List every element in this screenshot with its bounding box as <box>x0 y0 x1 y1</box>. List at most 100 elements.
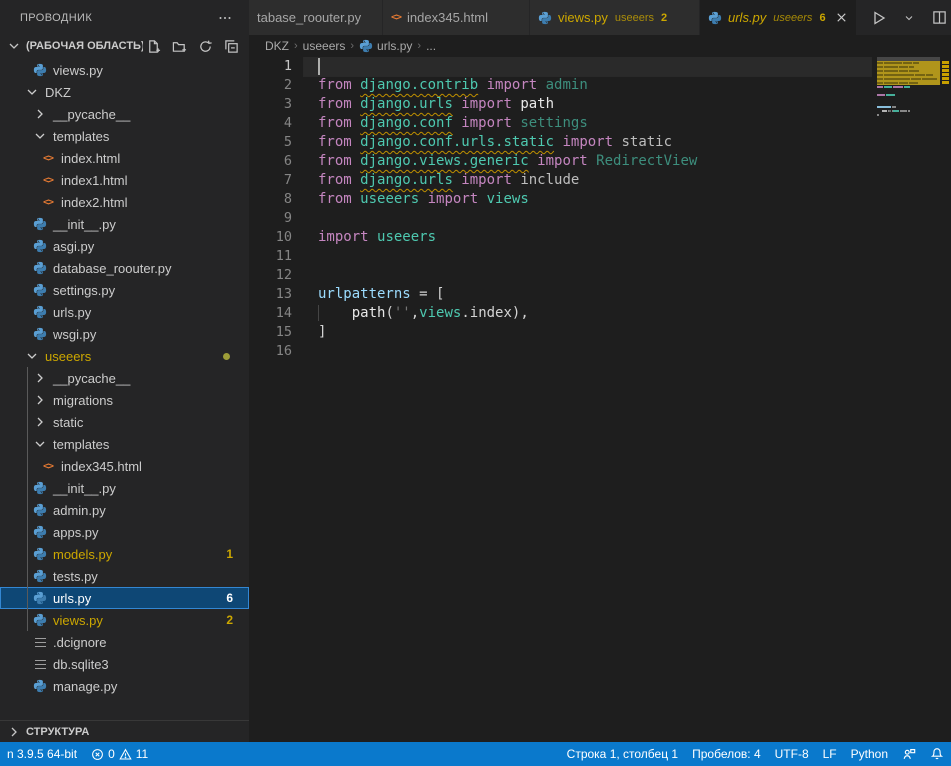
tree-item-db-sqlite3[interactable]: db.sqlite3 <box>0 653 249 675</box>
line-number: 11 <box>249 247 292 266</box>
tab-tabase-roouter-py[interactable]: tabase_roouter.py <box>249 0 383 35</box>
tree-item-tests-py[interactable]: tests.py <box>0 565 249 587</box>
tree-item-templates[interactable]: templates <box>0 433 249 455</box>
tree-item-wsgi-py[interactable]: wsgi.py <box>0 323 249 345</box>
breadcrumb-item-urls-py[interactable]: urls.py <box>359 39 412 53</box>
tree-item-migrations[interactable]: migrations <box>0 389 249 411</box>
split-editor-button-icon[interactable] <box>929 8 949 28</box>
feedback-icon <box>902 747 916 761</box>
code-line-12[interactable]: 12 <box>249 266 871 285</box>
close-icon[interactable] <box>834 10 849 25</box>
tree-item-settings-py[interactable]: settings.py <box>0 279 249 301</box>
outline-section-header[interactable]: СТРУКТУРА <box>0 720 249 742</box>
tab-label: index345.html <box>407 10 488 25</box>
breadcrumb-item-dkz[interactable]: DKZ <box>265 39 289 53</box>
tree-item-views-py[interactable]: views.py2 <box>0 609 249 631</box>
minimap-token <box>915 74 925 76</box>
tree-item-models-py[interactable]: models.py1 <box>0 543 249 565</box>
status-encoding[interactable]: UTF-8 <box>768 742 816 766</box>
line-content <box>304 266 871 285</box>
python-icon <box>32 678 48 694</box>
line-number: 16 <box>249 342 292 361</box>
python-icon <box>32 546 48 562</box>
tree-item-index345-html[interactable]: <>index345.html <box>0 455 249 477</box>
status-eol[interactable]: LF <box>816 742 844 766</box>
tree-item-dkz[interactable]: DKZ <box>0 81 249 103</box>
editor-area: tabase_roouter.py <> index345.html views.py… <box>249 0 951 742</box>
code-line-8[interactable]: 8from useeers import views <box>249 190 871 209</box>
minimap-token <box>909 82 917 84</box>
status-feedback[interactable] <box>895 742 923 766</box>
code-line-2[interactable]: 2from django.contrib import admin <box>249 76 871 95</box>
minimap-token <box>884 78 910 80</box>
breadcrumb-item-useeers[interactable]: useeers <box>303 39 346 53</box>
breadcrumb-item--[interactable]: ... <box>426 39 436 53</box>
breadcrumb-label: DKZ <box>265 39 289 53</box>
tree-item--pycache-[interactable]: __pycache__ <box>0 103 249 125</box>
run-button-icon[interactable] <box>869 8 889 28</box>
code-line-3[interactable]: 3from django.urls import path <box>249 95 871 114</box>
status-language-mode[interactable]: Python <box>844 742 895 766</box>
minimap-token <box>882 110 886 112</box>
tree-item--init-py[interactable]: __init__.py <box>0 213 249 235</box>
tab-urls-py[interactable]: urls.pyuseeers6 <box>700 0 857 35</box>
minimap-token <box>884 66 898 68</box>
status-cursor-position[interactable]: Строка 1, столбец 1 <box>560 742 685 766</box>
tree-item-manage-py[interactable]: manage.py <box>0 675 249 697</box>
code-line-16[interactable]: 16 <box>249 342 871 361</box>
html-icon: <> <box>40 150 56 166</box>
tree-item-asgi-py[interactable]: asgi.py <box>0 235 249 257</box>
tree-item-database-roouter-py[interactable]: database_roouter.py <box>0 257 249 279</box>
refresh-icon[interactable] <box>195 36 215 56</box>
line-content <box>304 342 871 361</box>
code-line-15[interactable]: 15] <box>249 323 871 342</box>
tree-item-label: index.html <box>61 151 120 166</box>
code-line-7[interactable]: 7from django.urls import include <box>249 171 871 190</box>
breadcrumb-label: urls.py <box>377 39 412 53</box>
code-line-13[interactable]: 13urlpatterns = [ <box>249 285 871 304</box>
tree-item--pycache-[interactable]: __pycache__ <box>0 367 249 389</box>
new-folder-icon[interactable] <box>169 36 189 56</box>
code-token: ( <box>385 305 393 321</box>
collapse-all-icon[interactable] <box>221 36 241 56</box>
tab-index345-html[interactable]: <> index345.html <box>383 0 530 35</box>
status-python-interpreter[interactable]: n 3.9.5 64-bit <box>0 742 84 766</box>
tree-item--init-py[interactable]: __init__.py <box>0 477 249 499</box>
status-notifications[interactable] <box>923 742 951 766</box>
tree-item-useeers[interactable]: useeers <box>0 345 249 367</box>
minimap-token <box>877 82 883 84</box>
tree-item-urls-py[interactable]: urls.py6 <box>0 587 249 609</box>
tree-item-templates[interactable]: templates <box>0 125 249 147</box>
workspace-label: (РАБОЧАЯ ОБЛАСТЬ) ... <box>26 40 143 52</box>
tree-item-admin-py[interactable]: admin.py <box>0 499 249 521</box>
tree-item-apps-py[interactable]: apps.py <box>0 521 249 543</box>
tab-views-py[interactable]: views.pyuseeers2 <box>530 0 700 35</box>
code-line-5[interactable]: 5from django.conf.urls.static import sta… <box>249 133 871 152</box>
code-editor[interactable]: 12from django.contrib import admin3from … <box>249 57 951 742</box>
line-content: from django.conf.urls.static import stat… <box>304 133 871 152</box>
more-actions-icon[interactable] <box>215 8 235 28</box>
new-file-icon[interactable] <box>143 36 163 56</box>
code-line-9[interactable]: 9 <box>249 209 871 228</box>
code-line-14[interactable]: 14 path('',views.index), <box>249 304 871 323</box>
tree-item-static[interactable]: static <box>0 411 249 433</box>
tree-item-views-py[interactable]: views.py <box>0 59 249 81</box>
code-line-4[interactable]: 4from django.conf import settings <box>249 114 871 133</box>
tree-item--dcignore[interactable]: .dcignore <box>0 631 249 653</box>
run-dropdown-icon[interactable] <box>899 8 919 28</box>
code-line-11[interactable]: 11 <box>249 247 871 266</box>
tree-item-urls-py[interactable]: urls.py <box>0 301 249 323</box>
workspace-section-header[interactable]: (РАБОЧАЯ ОБЛАСТЬ) ... <box>0 35 249 57</box>
minimap[interactable] <box>877 57 940 121</box>
status-problems[interactable]: 011 <box>84 742 155 766</box>
code-token: from <box>318 153 360 169</box>
code-line-1[interactable]: 1 <box>249 57 871 76</box>
tree-item-index2-html[interactable]: <>index2.html <box>0 191 249 213</box>
html-icon: <> <box>391 12 401 23</box>
code-line-10[interactable]: 10import useeers <box>249 228 871 247</box>
status-indentation[interactable]: Пробелов: 4 <box>685 742 768 766</box>
tree-item-index-html[interactable]: <> index.html <box>0 147 249 169</box>
tree-item-index1-html[interactable]: <>index1.html <box>0 169 249 191</box>
code-token: django.conf <box>360 115 453 131</box>
code-line-6[interactable]: 6from django.views.generic import Redire… <box>249 152 871 171</box>
